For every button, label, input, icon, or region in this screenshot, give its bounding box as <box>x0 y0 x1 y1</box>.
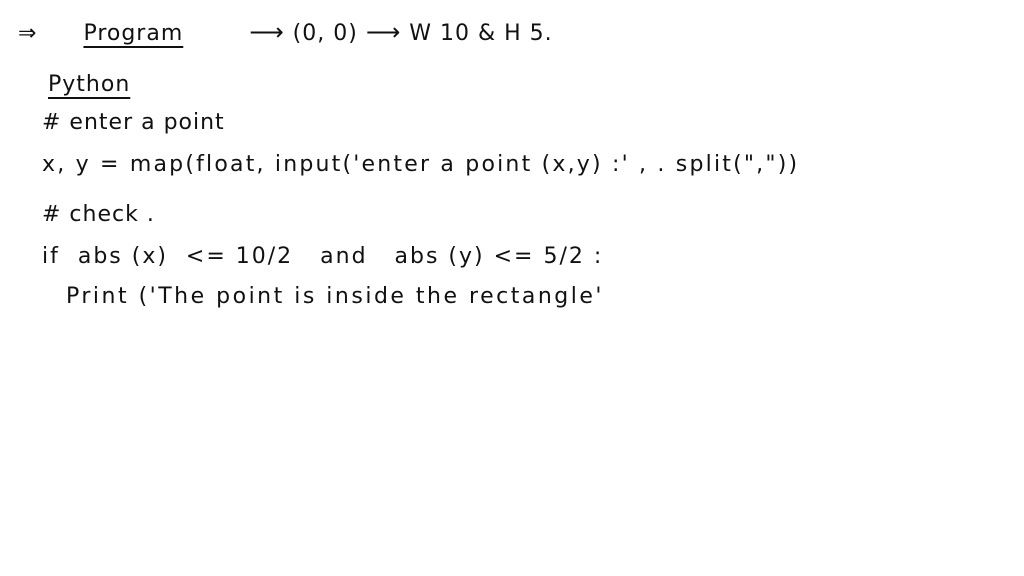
right-arrow-icon: ⟶ <box>249 18 285 46</box>
python-heading: Python <box>48 72 131 97</box>
origin-point: (0, 0) <box>292 21 358 46</box>
code-if-line: if abs (x) <= 10/2 and abs (y) <= 5/2 : <box>42 244 604 269</box>
implies-arrow-icon: ⇒ <box>18 21 38 46</box>
rectangle-dimensions: W 10 & H 5. <box>409 21 553 46</box>
comment-enter-point: # enter a point <box>42 110 225 135</box>
header-line: ⇒ Program ⟶ (0, 0) ⟶ W 10 & H 5. <box>18 18 553 46</box>
program-heading: Program <box>83 21 184 46</box>
code-print-line: Print ('The point is inside the rectangl… <box>66 284 604 309</box>
comment-check: # check . <box>42 202 155 227</box>
right-arrow-icon: ⟶ <box>365 18 402 46</box>
code-input-line: x, y = map(float, input('enter a point (… <box>42 152 800 177</box>
